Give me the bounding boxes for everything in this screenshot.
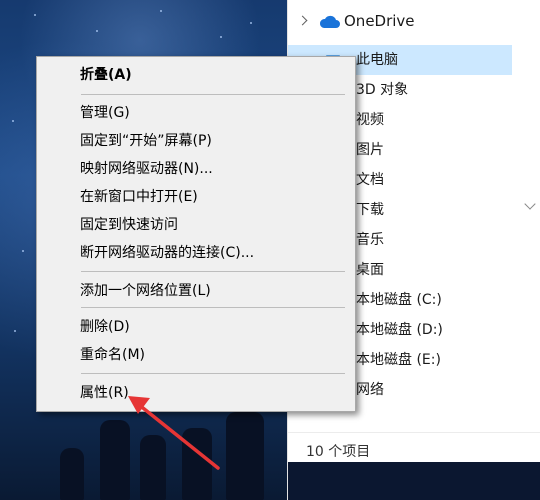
menu-item-label: 在新窗口中打开(E) <box>80 189 198 205</box>
nav-item-label: 文档 <box>356 172 384 188</box>
menu-item-map-drive[interactable]: 映射网络驱动器(N)... <box>39 156 351 183</box>
menu-item-label: 固定到“开始”屏幕(P) <box>80 133 212 149</box>
menu-item-rename[interactable]: 重命名(M) <box>39 342 351 369</box>
menu-item-disconnect-drive[interactable]: 断开网络驱动器的连接(C)... <box>39 240 351 267</box>
nav-item-label: 桌面 <box>356 262 384 278</box>
menu-item-add-network-location[interactable]: 添加一个网络位置(L) <box>39 278 351 305</box>
menu-item-label: 断开网络驱动器的连接(C)... <box>80 245 255 261</box>
menu-item-pin-quick-access[interactable]: 固定到快速访问 <box>39 212 351 239</box>
wallpaper-strip <box>288 462 540 500</box>
menu-item-manage[interactable]: 管理(G) <box>39 100 351 127</box>
status-bar: 10 个项目 <box>288 432 540 463</box>
menu-item-label: 删除(D) <box>80 319 130 335</box>
menu-item-label: 属性(R) <box>80 385 129 401</box>
nav-item-label: 网络 <box>356 382 384 398</box>
menu-item-delete[interactable]: 删除(D) <box>39 314 351 341</box>
nav-item-label: 本地磁盘 (E:) <box>356 352 441 368</box>
nav-item-label: 此电脑 <box>356 52 398 68</box>
chevron-right-icon[interactable] <box>297 15 308 26</box>
menu-separator <box>81 373 345 374</box>
menu-separator <box>81 307 345 308</box>
nav-item-label: 下载 <box>356 202 384 218</box>
nav-item-label: 本地磁盘 (D:) <box>356 322 443 338</box>
nav-item-label: 图片 <box>356 142 384 158</box>
menu-item-label: 管理(G) <box>80 105 130 121</box>
onedrive-label: OneDrive <box>344 12 415 30</box>
menu-item-collapse[interactable]: 折叠(A) <box>39 62 351 89</box>
cloud-icon <box>319 15 340 28</box>
nav-item-label: 视频 <box>356 112 384 128</box>
menu-separator <box>81 94 345 95</box>
menu-item-label: 固定到快速访问 <box>80 217 178 233</box>
nav-item-label: 音乐 <box>356 232 384 248</box>
chevron-down-icon[interactable] <box>524 198 536 210</box>
context-menu: 折叠(A) 管理(G) 固定到“开始”屏幕(P) 映射网络驱动器(N)... 在新窗口中… <box>36 56 356 412</box>
menu-item-label: 映射网络驱动器(N)... <box>80 161 213 177</box>
menu-item-properties[interactable]: 属性(R) <box>39 380 351 407</box>
menu-item-open-new-window[interactable]: 在新窗口中打开(E) <box>39 184 351 211</box>
item-count: 10 个项目 <box>306 444 371 460</box>
nav-item-label: 本地磁盘 (C:) <box>356 292 442 308</box>
menu-item-label: 添加一个网络位置(L) <box>80 283 211 299</box>
menu-item-pin-start[interactable]: 固定到“开始”屏幕(P) <box>39 128 351 155</box>
menu-item-label: 重命名(M) <box>80 347 146 363</box>
nav-item-label: 3D 对象 <box>356 82 409 98</box>
menu-separator <box>81 271 345 272</box>
menu-item-label: 折叠(A) <box>80 67 132 83</box>
